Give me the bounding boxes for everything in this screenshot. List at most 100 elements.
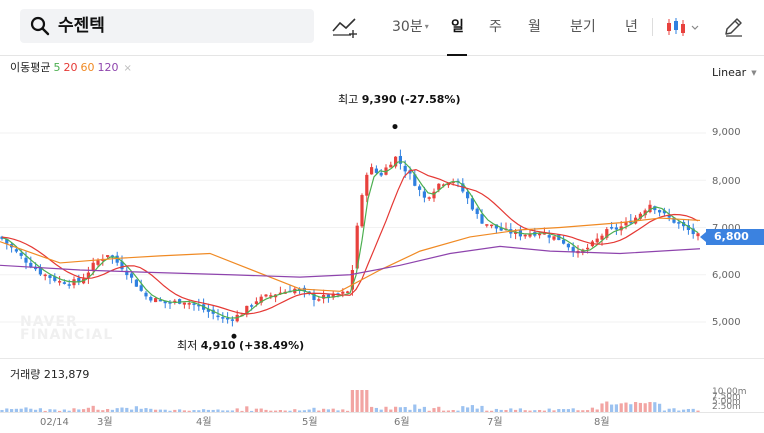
- candle-body: [485, 224, 489, 226]
- volume-bar: [629, 404, 633, 412]
- candle-body: [374, 168, 378, 173]
- candle-body: [14, 249, 18, 252]
- volume-title: 거래량 213,879: [10, 368, 89, 382]
- candle-body: [595, 238, 599, 243]
- low-change: (+38.49%): [239, 339, 305, 352]
- candle-body: [48, 275, 52, 278]
- low-value: 4,910: [200, 339, 236, 352]
- low-prefix: 최저: [177, 339, 198, 352]
- candle-body: [144, 292, 148, 297]
- candle-body: [182, 302, 186, 305]
- candle-body: [130, 273, 134, 278]
- volume-bar: [614, 404, 618, 412]
- volume-bar: [355, 390, 359, 412]
- candle-body: [480, 214, 484, 224]
- candle-body: [43, 274, 47, 277]
- candle-body: [106, 255, 110, 257]
- x-label-aug: 8월: [594, 417, 610, 428]
- candle-body: [67, 284, 71, 286]
- x-label-jun: 6월: [394, 417, 410, 428]
- ma120-line: [0, 245, 701, 278]
- volume-bar: [413, 404, 417, 412]
- x-label-0214: 02/14: [40, 417, 69, 428]
- volume-bar: [350, 390, 354, 412]
- candle-body: [475, 208, 479, 214]
- candle-body: [389, 164, 393, 168]
- candle-body: [192, 303, 196, 305]
- candle-body: [230, 319, 234, 321]
- candle-body: [365, 174, 369, 196]
- volume-bar: [643, 403, 647, 412]
- high-annotation: 최고 9,390 (-27.58%): [338, 93, 460, 107]
- volume-bar: [600, 403, 604, 412]
- candle-body: [677, 222, 681, 224]
- candle-body: [341, 291, 345, 294]
- x-label-jul: 7월: [487, 417, 503, 428]
- candle-body: [91, 262, 95, 272]
- candle-body: [264, 294, 268, 297]
- price-tick-9000: 9,000: [712, 127, 741, 138]
- candle-body: [427, 197, 431, 199]
- candle-body: [466, 191, 470, 199]
- candle-body: [610, 227, 614, 229]
- candle-body: [552, 236, 556, 240]
- candle-body: [216, 315, 220, 318]
- candle-body: [658, 210, 662, 213]
- candle-body: [562, 239, 566, 244]
- volume-bar: [365, 390, 369, 412]
- volume-bar: [653, 402, 657, 412]
- candle-body: [614, 227, 618, 230]
- high-change: (-27.58%): [400, 93, 461, 106]
- candle-body: [250, 305, 254, 307]
- volume-label: 거래량: [10, 368, 41, 381]
- candle-body: [346, 291, 350, 293]
- high-prefix: 최고: [338, 93, 359, 106]
- volume-bar: [658, 403, 662, 412]
- candle-body: [586, 247, 590, 250]
- volume-tick-2-5m: 2.50m: [712, 402, 741, 412]
- candle-body: [134, 279, 138, 287]
- candle-body: [19, 253, 23, 256]
- candle-body: [317, 299, 321, 301]
- low-marker: [231, 333, 237, 339]
- candle-body: [187, 303, 191, 305]
- candle-body: [398, 155, 402, 164]
- candle-body: [538, 233, 542, 236]
- volume-bar: [624, 402, 628, 412]
- candle-body: [523, 234, 527, 237]
- current-price-tag: 6,800: [700, 229, 764, 245]
- candle-body: [403, 165, 407, 172]
- candle-body: [24, 257, 28, 263]
- price-tick-5000: 5,000: [712, 317, 741, 328]
- candle-body: [360, 195, 364, 227]
- candle-body: [422, 191, 426, 198]
- candle-body: [154, 298, 158, 303]
- candle-body: [62, 282, 66, 284]
- low-annotation: 최저 4,910 (+38.49%): [177, 339, 304, 353]
- volume-value: 213,879: [43, 368, 90, 381]
- volume-bar: [648, 402, 652, 412]
- candle-body: [29, 262, 33, 267]
- x-label-apr: 4월: [196, 417, 212, 428]
- high-marker: [392, 124, 398, 130]
- candle-body: [370, 167, 374, 175]
- candle-body: [139, 285, 143, 291]
- candle-body: [96, 260, 100, 265]
- x-label-mar: 3월: [97, 417, 113, 428]
- volume-bar: [610, 404, 614, 412]
- x-label-may: 5월: [302, 417, 318, 428]
- ma60-line: [0, 217, 701, 292]
- candle-body: [149, 297, 153, 301]
- volume-bar: [360, 390, 364, 412]
- volume-bar: [634, 402, 638, 412]
- high-value: 9,390: [361, 93, 397, 106]
- volume-separator: [0, 358, 764, 359]
- candle-body: [254, 301, 258, 305]
- candle-body: [547, 235, 551, 238]
- volume-bar: [470, 405, 474, 412]
- candle-body: [418, 186, 422, 190]
- price-chart[interactable]: [0, 0, 764, 433]
- candle-body: [379, 172, 383, 176]
- candle-body: [58, 281, 62, 283]
- price-tick-6000: 6,000: [712, 270, 741, 281]
